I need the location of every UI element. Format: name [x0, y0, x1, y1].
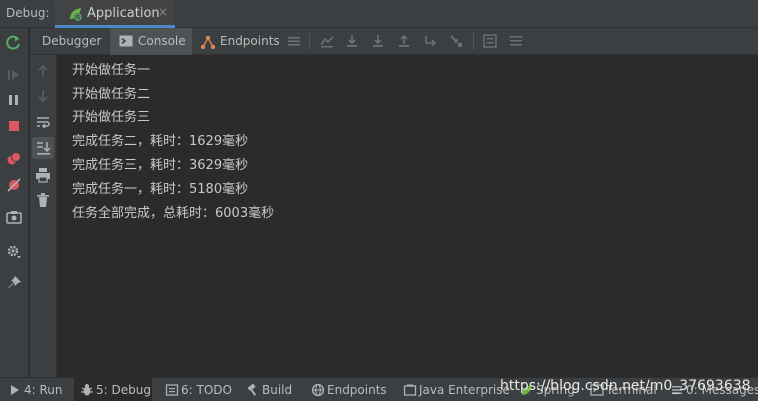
pin-icon[interactable] [5, 274, 23, 292]
java-enterprise-tool-label: Java Enterprise [419, 383, 510, 397]
watermark-url: https://blog.csdn.net/m0_37693638 [500, 378, 751, 394]
tab-endpoints[interactable]: Endpoints [192, 28, 284, 55]
debug-title-bar: Debug: Application × [0, 0, 758, 28]
endpoints-icon [200, 35, 216, 50]
debug-tool-label: 5: Debug [96, 383, 151, 397]
spring-boot-icon [70, 8, 82, 21]
console-output[interactable]: 开始做任务一 开始做任务二 开始做任务三 完成任务二，耗时：1629毫秒 完成任… [58, 55, 758, 377]
stop-icon[interactable] [5, 117, 23, 135]
step-into-icon[interactable] [370, 33, 386, 49]
trash-icon[interactable] [34, 191, 52, 209]
run-icon [11, 385, 19, 395]
console-line: 完成任务一，耗时：5180毫秒 [72, 182, 249, 197]
application-tab[interactable]: Application × [55, 0, 175, 28]
application-tab-label: Application [87, 6, 160, 21]
tool-window-bar: 4: Run 5: Debug 6: TODO Build Endpoints … [0, 377, 758, 401]
step-over-icon[interactable] [344, 33, 360, 49]
up-arrow-icon[interactable] [34, 62, 52, 80]
build-tool-button[interactable]: Build [246, 378, 298, 401]
console-icon [119, 35, 133, 47]
console-line: 任务全部完成，总耗时：6003毫秒 [72, 206, 275, 221]
trace-icon[interactable] [508, 33, 524, 49]
view-breakpoints-icon[interactable] [5, 150, 23, 168]
console-line: 完成任务二，耗时：1629毫秒 [72, 134, 249, 149]
console-line: 开始做任务一 [72, 63, 151, 78]
console-line: 开始做任务二 [72, 87, 151, 102]
build-tool-label: Build [262, 383, 293, 397]
console-line: 完成任务三，耗时：3629毫秒 [72, 158, 249, 173]
drop-frame-icon[interactable] [422, 33, 438, 49]
toolbar-divider [309, 33, 310, 50]
debug-tool-button[interactable]: 5: Debug [74, 378, 152, 401]
mute-breakpoints-icon[interactable] [5, 176, 23, 194]
debug-tabs-row: Debugger Console Endpoints [30, 28, 758, 55]
scroll-to-end-icon [37, 142, 51, 155]
run-tool-button[interactable]: 4: Run [8, 378, 70, 401]
debug-label: Debug: [6, 6, 50, 20]
camera-icon[interactable] [5, 208, 23, 226]
java-enterprise-tool-button[interactable]: Java Enterprise [403, 378, 510, 401]
console-side-toolbar [30, 55, 57, 377]
run-to-cursor-icon[interactable] [448, 33, 464, 49]
tab-debugger-label: Debugger [42, 34, 102, 48]
hammer-icon [247, 383, 257, 396]
endpoints-tool-label: Endpoints [327, 383, 387, 397]
run-tool-label: 4: Run [24, 383, 63, 397]
tab-endpoints-label: Endpoints [220, 34, 280, 48]
down-arrow-icon[interactable] [34, 87, 52, 105]
step-out-icon[interactable] [396, 33, 412, 49]
menu-icon[interactable] [286, 33, 302, 49]
print-icon[interactable] [34, 166, 52, 184]
todo-icon [165, 384, 179, 396]
java-enterprise-icon [403, 384, 417, 396]
toolbar-divider [473, 33, 474, 50]
todo-tool-button[interactable]: 6: TODO [165, 378, 232, 401]
endpoints-tool-button[interactable]: Endpoints [311, 378, 391, 401]
bug-icon [81, 384, 93, 396]
show-execution-point-icon[interactable] [319, 33, 335, 49]
settings-icon[interactable] [5, 242, 23, 260]
globe-icon [311, 383, 325, 397]
tab-console[interactable]: Console [110, 28, 192, 55]
debug-left-toolbar [0, 28, 29, 377]
close-icon[interactable]: × [158, 5, 168, 19]
pause-icon[interactable] [5, 91, 23, 109]
rerun-icon[interactable] [5, 34, 23, 52]
resume-icon[interactable] [5, 66, 23, 84]
soft-wrap-icon[interactable] [34, 113, 52, 131]
console-line: 开始做任务三 [72, 110, 151, 125]
scroll-to-end-button[interactable] [32, 137, 54, 159]
tab-console-label: Console [138, 34, 186, 48]
tab-debugger[interactable]: Debugger [30, 28, 110, 55]
todo-tool-label: 6: TODO [181, 383, 232, 397]
evaluate-expression-icon[interactable] [482, 33, 498, 49]
